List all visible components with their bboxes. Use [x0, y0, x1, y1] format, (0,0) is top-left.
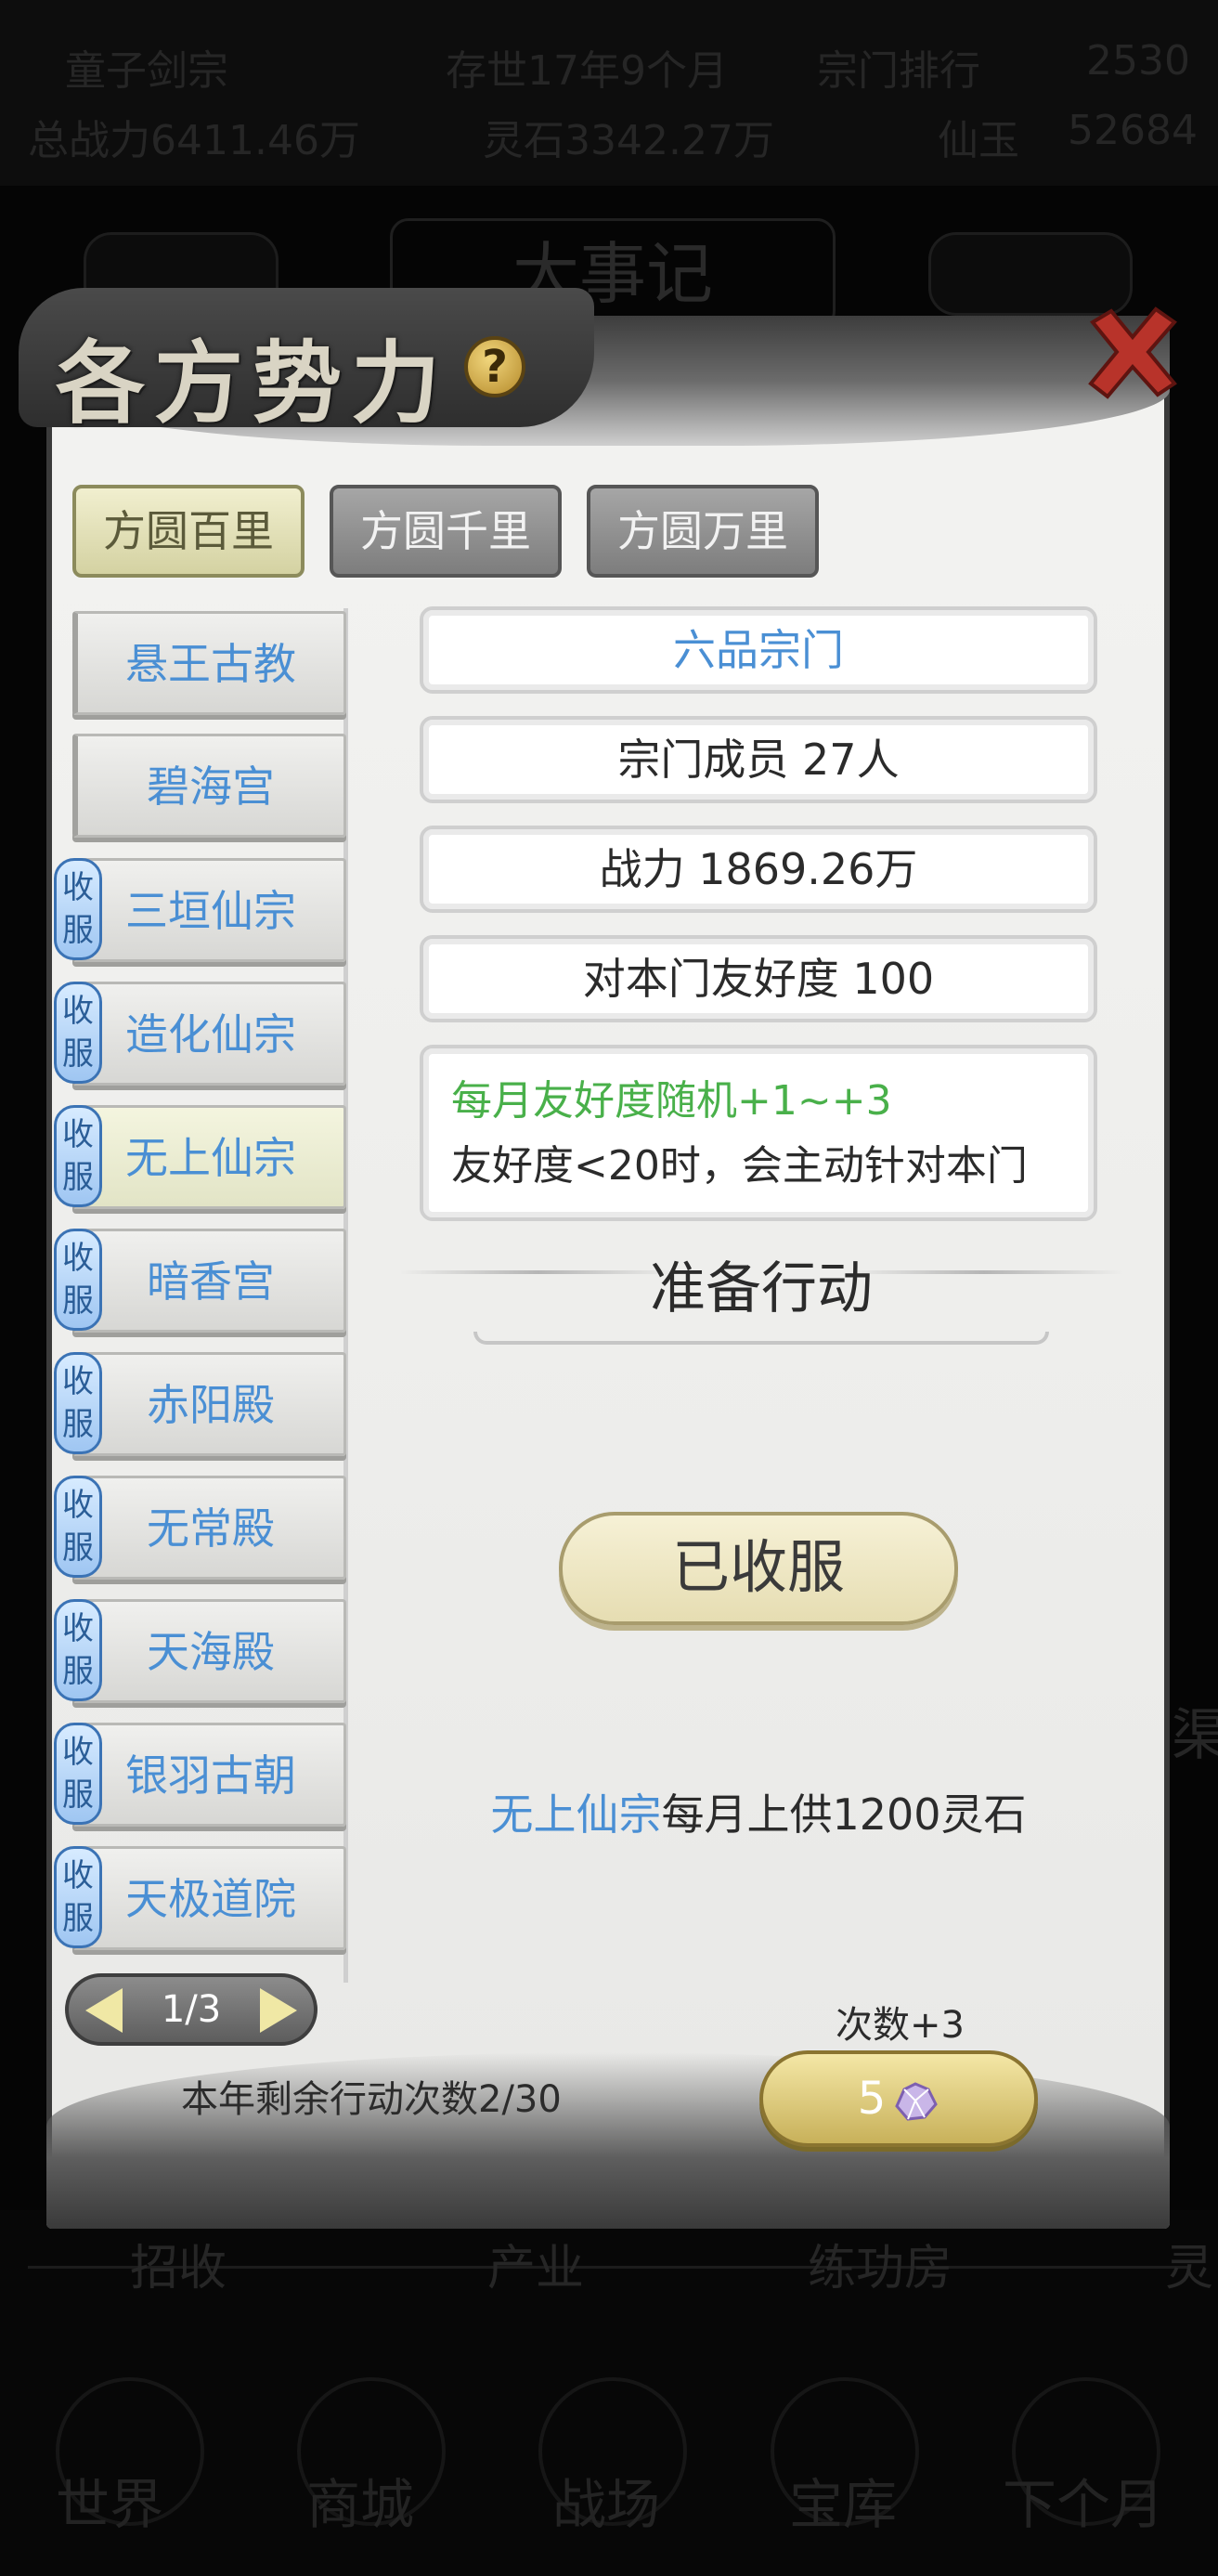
extra-actions-label: 次数+3 [836, 2004, 965, 2047]
hostility-warning-text: 友好度<20时，会主动针对本门 [451, 1142, 1028, 1190]
nav-next-month: 下个月 [1003, 2473, 1165, 2536]
sidebar-item-zaohua[interactable]: 造化仙宗 [72, 982, 346, 1086]
sidebar-item-label: 赤阳殿 [147, 1380, 275, 1430]
nav-recruit: 招收 [130, 2241, 227, 2296]
sect-description: 每月友好度随机+1~+3 友好度<20时，会主动针对本门 [420, 1045, 1097, 1221]
close-icon[interactable] [1082, 302, 1184, 404]
nav-world: 世界 [56, 2473, 164, 2536]
sidebar-item-label: 三垣仙宗 [125, 886, 296, 936]
section-underline [473, 1332, 1049, 1345]
sidebar-item-label: 天海殿 [147, 1627, 275, 1677]
tribute-text: 无上仙宗每月上供1200灵石 [420, 1781, 1097, 1842]
pager: 1/3 [65, 1973, 317, 2046]
nav-treasury: 宝库 [789, 2473, 898, 2536]
subdued-badge: 收服 [54, 1476, 102, 1578]
nav-industry: 产业 [487, 2241, 585, 2296]
action-section-header: 准备行动 [399, 1242, 1123, 1345]
jade-value: 52684 [1068, 107, 1198, 154]
nav-extra: 灵 [1165, 2241, 1214, 2296]
sidebar-item-sanyuan[interactable]: 三垣仙宗 [72, 858, 346, 962]
sect-name: 童子剑宗 [65, 47, 228, 95]
tab-distant[interactable]: 方圆万里 [587, 485, 819, 578]
sect-members: 宗门成员 27人 [420, 716, 1097, 803]
sidebar-item-label: 无常殿 [147, 1503, 275, 1554]
bg-side-glyph: 渠 [1172, 1703, 1218, 1768]
sidebar-item-label: 碧海宫 [147, 761, 275, 812]
section-title: 准备行动 [650, 1256, 873, 1321]
sidebar-item-chiyang[interactable]: 赤阳殿 [72, 1352, 346, 1456]
spirit-stones: 灵石3342.27万 [483, 117, 774, 164]
sidebar-item-yinyu[interactable]: 银羽古朝 [72, 1723, 346, 1827]
next-page-icon[interactable] [260, 1988, 297, 2033]
nav-battle: 战场 [552, 2473, 661, 2536]
tab-regional[interactable]: 方圆千里 [330, 485, 562, 578]
sidebar-item-tianhai[interactable]: 天海殿 [72, 1599, 346, 1703]
jade-label: 仙玉 [938, 117, 1019, 164]
subdued-badge: 收服 [54, 1599, 102, 1701]
subdued-badge: 收服 [54, 982, 102, 1084]
sidebar-item-anxiang[interactable]: 暗香宫 [72, 1229, 346, 1333]
sidebar-item-label: 天极道院 [125, 1874, 296, 1924]
sidebar-item-label: 无上仙宗 [125, 1133, 296, 1183]
subdued-badge: 收服 [54, 1846, 102, 1948]
subdued-badge: 收服 [54, 1229, 102, 1331]
tribute-sect-name: 无上仙宗 [490, 1789, 662, 1840]
sidebar-item-bihai[interactable]: 碧海宫 [72, 734, 346, 838]
dialog-title: 各方势力 [56, 331, 449, 436]
sidebar-item-label: 银羽古朝 [125, 1750, 296, 1801]
age-text: 存世17年9个月 [446, 47, 728, 95]
sect-friendship: 对本门友好度 100 [420, 935, 1097, 1022]
sect-power: 战力 1869.26万 [420, 826, 1097, 913]
subdued-badge: 收服 [54, 1105, 102, 1207]
nav-shop: 商城 [306, 2473, 415, 2536]
rank-label: 宗门排行 [817, 47, 980, 95]
total-power: 总战力6411.46万 [28, 117, 360, 164]
buy-actions-button[interactable]: 5 [759, 2050, 1038, 2147]
subdued-badge: 收服 [54, 858, 102, 960]
remaining-actions: 本年剩余行动次数2/30 [181, 2078, 562, 2121]
sidebar-item-xuanwang[interactable]: 悬王古教 [72, 611, 346, 715]
top-status-bar: 童子剑宗 存世17年9个月 宗门排行 2530 总战力6411.46万 灵石33… [0, 0, 1218, 186]
subdued-status-button[interactable]: 已收服 [559, 1512, 958, 1625]
sidebar-item-tianji[interactable]: 天极道院 [72, 1846, 346, 1950]
rank-value: 2530 [1086, 37, 1190, 85]
sidebar-item-wuchang[interactable]: 无常殿 [72, 1476, 346, 1580]
tab-nearby[interactable]: 方圆百里 [72, 485, 304, 578]
tribute-amount: 每月上供1200灵石 [661, 1789, 1027, 1840]
subdued-badge: 收服 [54, 1723, 102, 1825]
spirit-gem-icon [895, 2082, 939, 2121]
sidebar-item-label: 造化仙宗 [125, 1009, 296, 1060]
sidebar-item-label: 悬王古教 [125, 639, 296, 689]
cost-amount: 5 [857, 2073, 887, 2125]
friendship-growth-text: 每月友好度随机+1~+3 [451, 1077, 892, 1125]
nav-training: 练功房 [808, 2241, 953, 2296]
sidebar-item-label: 暗香宫 [147, 1256, 275, 1307]
sect-rank: 六品宗门 [420, 606, 1097, 694]
help-icon[interactable]: ? [464, 336, 525, 397]
subdued-badge: 收服 [54, 1352, 102, 1454]
sidebar-item-wushang[interactable]: 无上仙宗 [72, 1105, 346, 1209]
